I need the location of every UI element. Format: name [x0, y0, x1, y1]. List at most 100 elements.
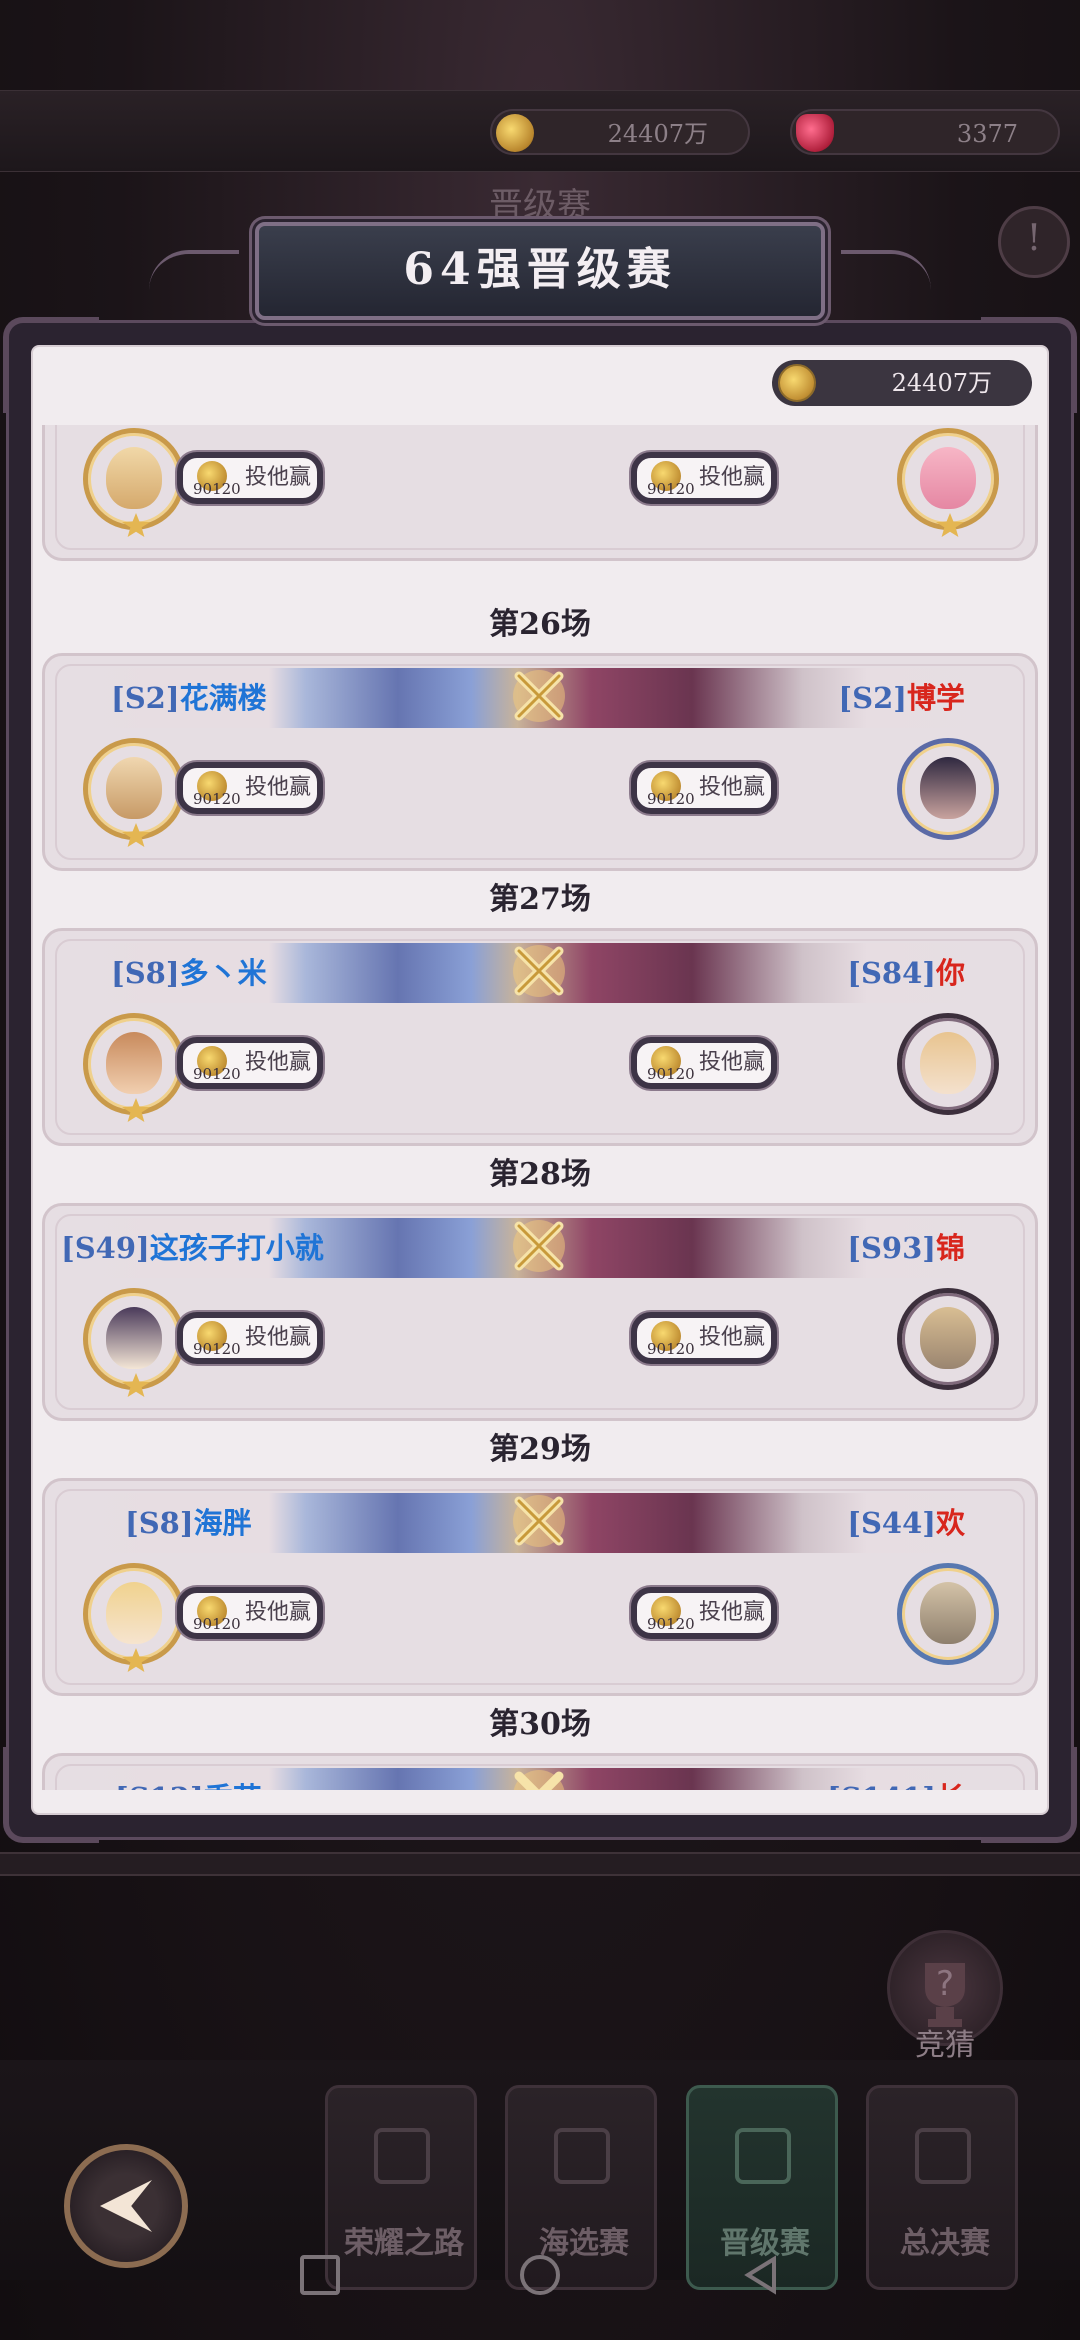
match-number: 第30场	[489, 1707, 591, 1742]
back-arrow-icon	[100, 2180, 152, 2232]
gem-icon	[796, 114, 834, 152]
portrait	[920, 447, 976, 509]
side-info-button[interactable]: !	[998, 206, 1070, 278]
crossed-swords-icon	[513, 945, 565, 997]
resource-bar: 24407万 3377	[0, 90, 1080, 172]
bet-button[interactable]: 90120 投他赢	[177, 1587, 323, 1639]
first-trophy-icon	[915, 2128, 971, 2184]
bet-cost: 90120	[647, 790, 695, 808]
match-number: 第29场	[489, 1432, 591, 1467]
panel-gold-amount: 24407万	[891, 369, 992, 397]
match-number: 第28场	[489, 1157, 591, 1192]
player-avatar[interactable]	[897, 428, 999, 537]
bet-cost: 90120	[647, 1340, 695, 1358]
left-player-name: [S49]这孩子打小就	[61, 1231, 324, 1265]
portrait	[106, 447, 162, 509]
bet-button[interactable]: 90120 投他赢	[631, 1587, 777, 1639]
portrait	[920, 757, 976, 819]
system-back-icon[interactable]	[740, 2253, 784, 2297]
player-avatar[interactable]	[83, 1563, 185, 1672]
bet-cost: 90120	[193, 1065, 241, 1083]
match-29: 第29场 [S8]海胖 [S44]欢 90120 投他赢 90120 投他赢	[28, 1430, 1052, 1706]
bet-button[interactable]: 90120 投他赢	[631, 452, 777, 504]
right-player-name: [S44]欢	[847, 1506, 965, 1540]
bet-cost: 90120	[647, 480, 695, 498]
home-icon[interactable]	[520, 2255, 560, 2295]
back-button[interactable]	[64, 2144, 188, 2268]
tab-road-of-glory[interactable]: 荣耀之路	[325, 2085, 477, 2290]
bet-button[interactable]: 90120 投他赢	[177, 1037, 323, 1089]
panel-gold-counter: 24407万	[772, 360, 1032, 406]
match-list[interactable]: 90120 投他赢 90120 投他赢 第26场 [S2]花满楼 [S2]博学 …	[28, 425, 1052, 1790]
player-avatar[interactable]	[83, 1013, 185, 1122]
player-avatar[interactable]	[897, 1013, 999, 1115]
right-player-name: [S84]你	[847, 956, 965, 990]
bet-button[interactable]: 90120 投他赢	[177, 452, 323, 504]
match-card-partial: 90120 投他赢 90120 投他赢	[28, 425, 1052, 571]
bet-button[interactable]: 90120 投他赢	[631, 762, 777, 814]
match-card: [S49]这孩子打小就 [S93]锦 90120 投他赢 90120 投他赢	[42, 1203, 1038, 1421]
gold-coin-icon	[778, 364, 816, 402]
right-player-name: [S141]长	[827, 1778, 965, 1790]
gold-counter: 24407万	[490, 109, 750, 155]
crossed-swords-icon	[513, 1220, 565, 1272]
right-player-name: [S93]锦	[847, 1231, 965, 1265]
match-number: 第27场	[489, 882, 591, 917]
bet-label: 投他赢	[699, 465, 766, 490]
bet-button[interactable]: 90120 投他赢	[177, 1312, 323, 1364]
portrait	[106, 1307, 162, 1369]
portrait	[920, 1032, 976, 1094]
page-title: 64强晋级赛	[149, 222, 931, 320]
gem-counter: 3377	[790, 109, 1060, 155]
bet-label: 投他赢	[245, 1050, 312, 1075]
trophy-icon	[735, 2128, 791, 2184]
left-player-name: [S8]多丶米	[111, 956, 267, 990]
tab-label: 荣耀之路	[344, 2226, 464, 2261]
crossed-swords-icon	[513, 670, 565, 722]
bet-label: 投他赢	[699, 1600, 766, 1625]
portrait	[106, 757, 162, 819]
star-shield-icon	[554, 2128, 610, 2184]
recent-apps-icon[interactable]	[300, 2255, 340, 2295]
player-avatar[interactable]	[83, 1288, 185, 1397]
match-26: 第26场 [S2]花满楼 [S2]博学 90120 投他赢 90120 投他赢	[28, 605, 1052, 881]
panel-divider	[0, 1852, 1080, 1876]
portrait	[106, 1032, 162, 1094]
match-27: 第27场 [S8]多丶米 [S84]你 90120 投他赢 90120 投他赢	[28, 880, 1052, 1156]
bet-button[interactable]: 90120 投他赢	[631, 1312, 777, 1364]
tab-label: 海选赛	[539, 2226, 629, 2261]
bet-cost: 90120	[647, 1615, 695, 1633]
player-avatar[interactable]	[83, 738, 185, 847]
portrait	[920, 1582, 976, 1644]
left-player-name: [S12]香芋	[115, 1778, 262, 1790]
player-avatar[interactable]	[897, 1563, 999, 1665]
left-player-name: [S8]海胖	[125, 1506, 252, 1540]
bet-cost: 90120	[193, 1615, 241, 1633]
bet-button[interactable]: 90120 投他赢	[631, 1037, 777, 1089]
gold-coin-icon	[496, 114, 534, 152]
tab-finals[interactable]: 总决赛	[866, 2085, 1018, 2290]
bet-label: 投他赢	[245, 1325, 312, 1350]
left-player-name: [S2]花满楼	[111, 681, 267, 715]
bet-label: 投他赢	[245, 465, 312, 490]
bet-label: 投他赢	[699, 1325, 766, 1350]
bet-button[interactable]: 90120 投他赢	[177, 762, 323, 814]
player-avatar[interactable]	[897, 1288, 999, 1390]
bet-cost: 90120	[193, 480, 241, 498]
bet-label: 投他赢	[699, 775, 766, 800]
portrait	[920, 1307, 976, 1369]
gem-amount: 3377	[956, 120, 1018, 148]
match-card: [S2]花满楼 [S2]博学 90120 投他赢 90120 投他赢	[42, 653, 1038, 871]
bet-label: 投他赢	[245, 775, 312, 800]
match-card: 90120 投他赢 90120 投他赢	[42, 425, 1038, 561]
bet-label: 投他赢	[699, 1050, 766, 1075]
bet-cost: 90120	[647, 1065, 695, 1083]
guess-label: 竞猜	[915, 2028, 975, 2063]
player-avatar[interactable]	[83, 428, 185, 537]
match-number: 第26场	[489, 607, 591, 642]
crossed-swords-icon	[513, 1495, 565, 1547]
player-avatar[interactable]	[897, 738, 999, 840]
bet-label: 投他赢	[245, 1600, 312, 1625]
right-player-name: [S2]博学	[838, 681, 965, 715]
crossed-swords-icon	[513, 1770, 565, 1790]
